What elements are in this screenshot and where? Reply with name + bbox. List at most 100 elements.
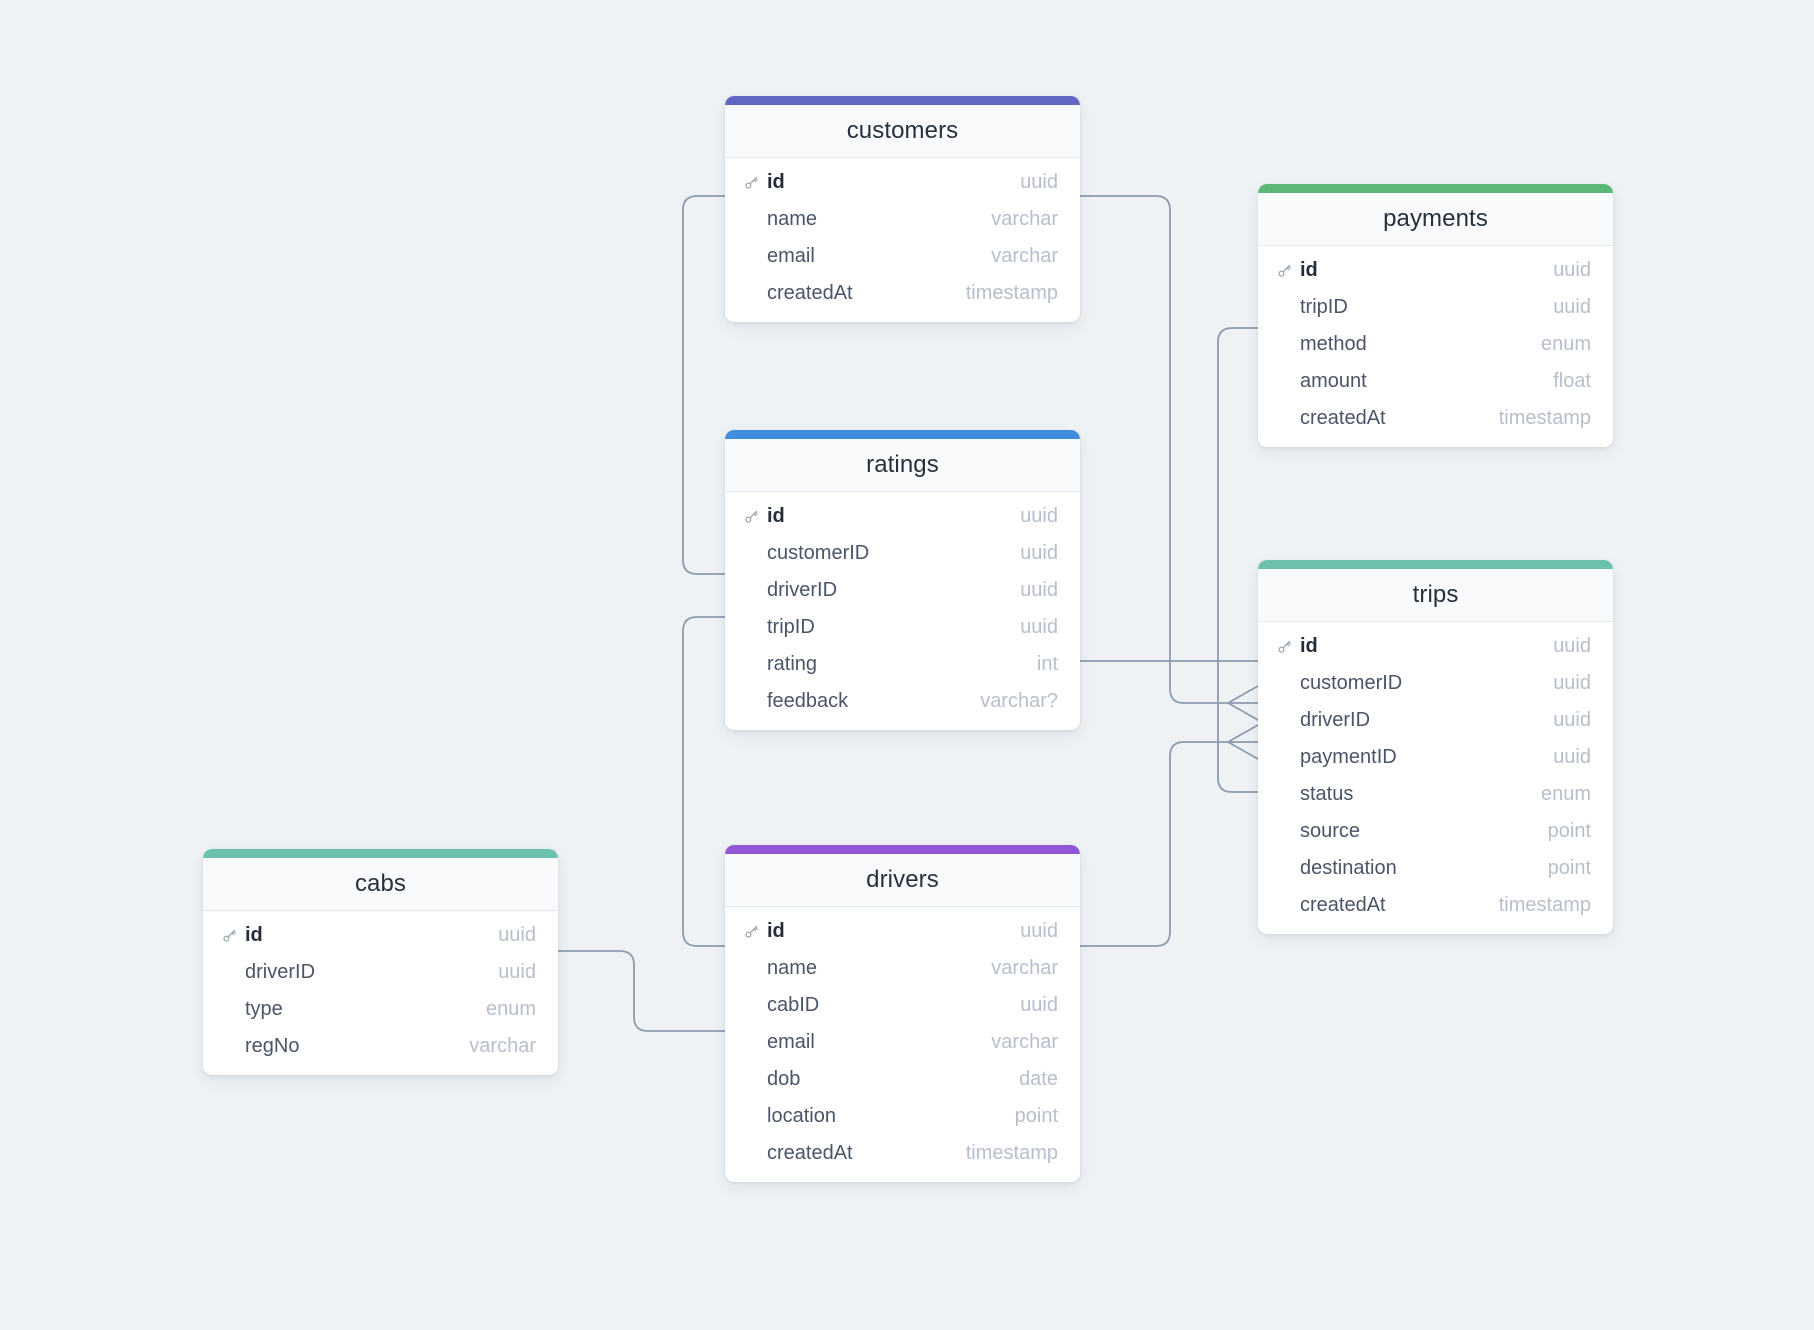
field-type: varchar? xyxy=(980,690,1058,712)
field-row[interactable]: paymentID uuid xyxy=(1258,739,1613,776)
field-row[interactable]: regNo varchar xyxy=(203,1028,558,1065)
field-row[interactable]: feedback varchar? xyxy=(725,683,1080,720)
field-list: id uuid customerID uuid driverID uuid paymentI… xyxy=(1258,622,1613,934)
field-type: uuid xyxy=(1553,635,1591,657)
field-row[interactable]: id uuid xyxy=(725,913,1080,950)
key-icon xyxy=(743,174,765,191)
field-name: driverID xyxy=(767,579,838,601)
field-row[interactable]: email varchar xyxy=(725,1024,1080,1061)
field-name: paymentID xyxy=(1300,746,1397,768)
field-name: driverID xyxy=(1300,709,1371,731)
field-type: point xyxy=(1547,820,1591,842)
field-name: id xyxy=(767,920,785,942)
field-row[interactable]: rating int xyxy=(725,646,1080,683)
key-icon xyxy=(743,923,765,940)
edge-cabs-drivers xyxy=(557,950,726,1032)
field-name: method xyxy=(1300,333,1367,355)
field-row[interactable]: status enum xyxy=(1258,776,1613,813)
field-row[interactable]: id uuid xyxy=(203,917,558,954)
field-row[interactable]: email varchar xyxy=(725,238,1080,275)
crowfoot-trips-customerid xyxy=(1227,685,1259,721)
field-row[interactable]: customerID uuid xyxy=(1258,665,1613,702)
field-name: id xyxy=(245,924,263,946)
field-name: id xyxy=(767,505,785,527)
field-type: uuid xyxy=(498,924,536,946)
field-row[interactable]: tripID uuid xyxy=(725,609,1080,646)
field-row[interactable]: createdAt timestamp xyxy=(725,275,1080,312)
field-name: name xyxy=(767,208,818,230)
field-type: uuid xyxy=(498,961,536,983)
field-row[interactable]: name varchar xyxy=(725,201,1080,238)
table-title: drivers xyxy=(725,854,1080,907)
field-name: tripID xyxy=(1300,296,1348,318)
key-icon xyxy=(1276,262,1298,279)
crowfoot-trips-driverid xyxy=(1227,724,1259,760)
table-card-ratings[interactable]: ratings id uuid customerID uuid driverID uuid t… xyxy=(725,430,1080,730)
field-name: id xyxy=(1300,635,1318,657)
field-type: timestamp xyxy=(1498,407,1591,429)
field-list: id uuid tripID uuid method enum amount float cre… xyxy=(1258,246,1613,447)
field-row[interactable]: amount float xyxy=(1258,363,1613,400)
field-row[interactable]: id uuid xyxy=(1258,628,1613,665)
table-title: ratings xyxy=(725,439,1080,492)
field-row[interactable]: source point xyxy=(1258,813,1613,850)
field-list: id uuid driverID uuid type enum regNo varchar xyxy=(203,911,558,1075)
field-name: regNo xyxy=(245,1035,300,1057)
field-list: id uuid name varchar email varchar createdAt ti… xyxy=(725,158,1080,322)
field-type: timestamp xyxy=(1498,894,1591,916)
field-list: id uuid name varchar cabID uuid email varchar do… xyxy=(725,907,1080,1182)
field-type: int xyxy=(1036,653,1058,675)
field-row[interactable]: type enum xyxy=(203,991,558,1028)
table-title: payments xyxy=(1258,193,1613,246)
table-accent-bar xyxy=(203,849,558,858)
field-type: point xyxy=(1014,1105,1058,1127)
field-row[interactable]: tripID uuid xyxy=(1258,289,1613,326)
table-title: cabs xyxy=(203,858,558,911)
field-type: uuid xyxy=(1020,579,1058,601)
field-type: uuid xyxy=(1020,171,1058,193)
field-row[interactable]: createdAt timestamp xyxy=(1258,400,1613,437)
field-row[interactable]: id uuid xyxy=(725,164,1080,201)
table-title: trips xyxy=(1258,569,1613,622)
field-row[interactable]: id uuid xyxy=(725,498,1080,535)
field-row[interactable]: location point xyxy=(725,1098,1080,1135)
table-accent-bar xyxy=(725,430,1080,439)
field-type: enum xyxy=(485,998,536,1020)
field-type: varchar xyxy=(991,1031,1058,1053)
table-accent-bar xyxy=(725,845,1080,854)
key-icon xyxy=(743,508,765,525)
field-row[interactable]: createdAt timestamp xyxy=(725,1135,1080,1172)
table-card-cabs[interactable]: cabs id uuid driverID uuid type enum regNo varch… xyxy=(203,849,558,1075)
table-card-customers[interactable]: customers id uuid name varchar email varchar cr… xyxy=(725,96,1080,322)
table-card-payments[interactable]: payments id uuid tripID uuid method enum amount… xyxy=(1258,184,1613,447)
field-type: uuid xyxy=(1020,616,1058,638)
field-type: timestamp xyxy=(965,282,1058,304)
field-type: uuid xyxy=(1553,746,1591,768)
field-name: createdAt xyxy=(1300,894,1386,916)
field-row[interactable]: method enum xyxy=(1258,326,1613,363)
field-row[interactable]: cabID uuid xyxy=(725,987,1080,1024)
field-row[interactable]: driverID uuid xyxy=(725,572,1080,609)
field-name: customerID xyxy=(1300,672,1403,694)
field-row[interactable]: driverID uuid xyxy=(203,954,558,991)
field-row[interactable]: dob date xyxy=(725,1061,1080,1098)
field-name: status xyxy=(1300,783,1354,805)
table-accent-bar xyxy=(725,96,1080,105)
field-row[interactable]: customerID uuid xyxy=(725,535,1080,572)
field-row[interactable]: createdAt timestamp xyxy=(1258,887,1613,924)
field-type: uuid xyxy=(1020,542,1058,564)
field-type: uuid xyxy=(1020,505,1058,527)
field-row[interactable]: name varchar xyxy=(725,950,1080,987)
field-row[interactable]: destination point xyxy=(1258,850,1613,887)
field-row[interactable]: driverID uuid xyxy=(1258,702,1613,739)
table-card-drivers[interactable]: drivers id uuid name varchar cabID uuid email va… xyxy=(725,845,1080,1182)
field-name: source xyxy=(1300,820,1361,842)
field-type: float xyxy=(1553,370,1591,392)
field-type: varchar xyxy=(991,957,1058,979)
field-name: tripID xyxy=(767,616,815,638)
field-type: varchar xyxy=(469,1035,536,1057)
table-card-trips[interactable]: trips id uuid customerID uuid driverID uuid pay… xyxy=(1258,560,1613,934)
key-icon xyxy=(221,927,243,944)
field-row[interactable]: id uuid xyxy=(1258,252,1613,289)
field-type: uuid xyxy=(1020,994,1058,1016)
